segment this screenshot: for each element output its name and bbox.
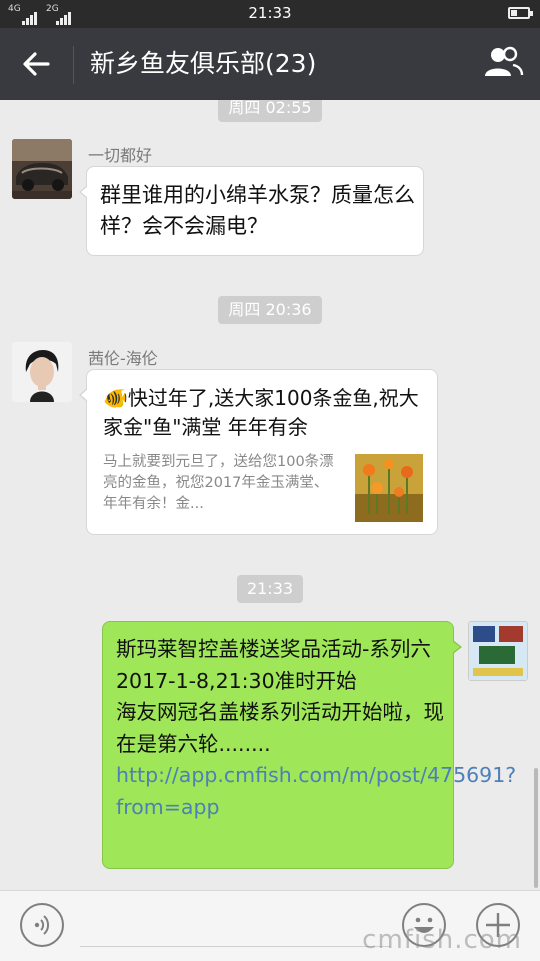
chat-title: 新乡鱼友俱乐部(23) [90, 49, 317, 78]
people-icon [485, 46, 524, 76]
message-link[interactable]: http://app.cmfish.com/m/post/475691?from… [116, 763, 516, 819]
battery-icon [508, 7, 533, 19]
voice-icon [34, 915, 50, 935]
avatar[interactable] [12, 139, 72, 199]
sender-name: 茜伦-海伦 [88, 349, 158, 368]
timestamp: 周四 20:36 [0, 296, 540, 324]
group-members-button[interactable] [482, 44, 524, 80]
avatar[interactable] [12, 342, 72, 402]
link-card[interactable]: 🐠快过年了,送大家100条金鱼,祝大家金"鱼"满堂 年年有余 马上就要到元旦了，… [79, 369, 438, 535]
message-line-title: 斯玛莱智控盖楼送奖品活动-系列六 [116, 637, 431, 661]
voice-button[interactable] [20, 903, 64, 947]
message-text: 群里谁用的小绵羊水泵？质量怎么样？会不会漏电？ [100, 183, 415, 238]
header-divider [73, 46, 74, 84]
watermark: cmfish.com [362, 925, 522, 955]
message-line-date: 2017-1-8,21:30准时开始 [116, 668, 357, 693]
timestamp: 21:33 [0, 575, 540, 603]
link-thumbnail [355, 454, 423, 522]
timestamp: 周四 02:55 [0, 100, 540, 122]
message-input[interactable] [80, 946, 390, 947]
status-time: 21:33 [248, 4, 292, 22]
outgoing-message-text: 斯玛莱智控盖楼送奖品活动-系列六 2017-1-8,21:30准时开始 海友网冠… [116, 634, 516, 823]
outgoing-message-bubble[interactable]: 斯玛莱智控盖楼送奖品活动-系列六 2017-1-8,21:30准时开始 海友网冠… [102, 621, 516, 869]
message-line-body: 海友网冠名盖楼系列活动开始啦，现在是第六轮........ [116, 700, 444, 756]
message-bubble[interactable]: 群里谁用的小绵羊水泵？质量怎么样？会不会漏电？ [79, 166, 424, 256]
back-button[interactable] [18, 46, 54, 82]
scrollbar[interactable] [534, 768, 538, 888]
status-bar: 4G 2G 21:33 [0, 0, 540, 28]
my-avatar[interactable] [468, 621, 528, 681]
link-card-title: 🐠快过年了,送大家100条金鱼,祝大家金"鱼"满堂 年年有余 [103, 386, 419, 439]
chat-header: 新乡鱼友俱乐部(23) [0, 28, 540, 100]
chat-message-list[interactable]: 周四 02:55 一切都好 群里谁用的小绵羊水泵？质量怎么样？会不会漏电？ 周四… [0, 100, 540, 890]
input-bar: cmfish.com [0, 890, 540, 961]
sender-name: 一切都好 [88, 146, 153, 165]
link-card-description: 马上就要到元旦了，送给您100条漂亮的金鱼，祝您2017年金玉满堂、年年有余！金… [103, 454, 334, 512]
